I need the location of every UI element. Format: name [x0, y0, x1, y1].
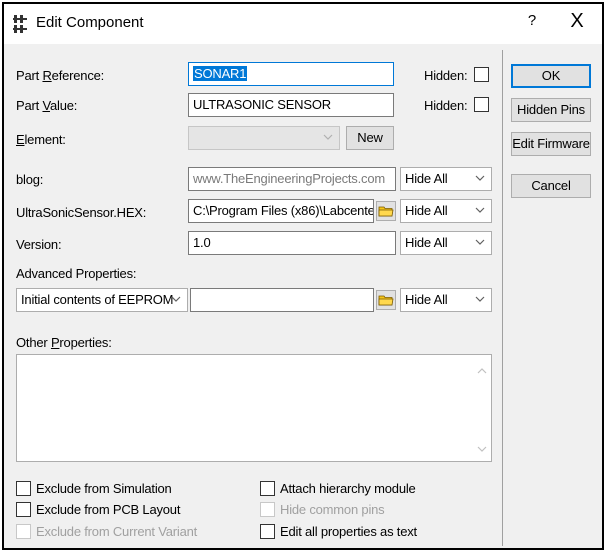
element-label: Element:	[16, 132, 66, 147]
hide-common-pins-checkbox[interactable]	[260, 502, 275, 517]
part-value-hidden-label: Hidden:	[424, 98, 468, 113]
folder-icon	[378, 295, 394, 306]
hex-visibility-dropdown[interactable]: Hide All	[400, 199, 492, 223]
hidden-pins-button[interactable]: Hidden Pins	[511, 98, 591, 122]
advanced-browse-button[interactable]	[376, 290, 396, 310]
part-reference-input[interactable]: SONAR1	[188, 62, 394, 86]
other-properties-scrollbar[interactable]	[473, 355, 491, 461]
part-reference-hidden-checkbox[interactable]	[474, 67, 489, 82]
edit-firmware-button[interactable]: Edit Firmware	[511, 132, 591, 156]
chevron-down-icon	[475, 239, 485, 245]
exclude-simulation-checkbox[interactable]	[16, 481, 31, 496]
hex-file-label: UltraSonicSensor.HEX:	[16, 205, 147, 220]
chevron-down-icon	[475, 296, 485, 302]
title-bar: Edit Component ? X	[4, 4, 602, 44]
version-visibility-dropdown[interactable]: Hide All	[400, 231, 492, 255]
advanced-property-value-input[interactable]	[190, 288, 374, 312]
chevron-down-icon	[475, 207, 485, 213]
new-element-button[interactable]: New	[346, 126, 394, 150]
blog-input[interactable]: www.TheEngineeringProjects.com	[188, 167, 396, 191]
other-properties-label: Other Properties:	[16, 335, 112, 350]
blog-label: blog:	[16, 172, 44, 187]
actions-panel: OK Hidden Pins Edit Firmware Cancel	[502, 50, 598, 546]
folder-icon	[378, 206, 394, 217]
exclude-simulation-label: Exclude from Simulation	[36, 481, 172, 496]
hide-common-pins-label: Hide common pins	[280, 502, 385, 517]
edit-all-text-checkbox[interactable]	[260, 524, 275, 539]
dialog-client-area: Part Reference: SONAR1 Hidden: Part Valu…	[4, 44, 602, 550]
part-value-hidden-checkbox[interactable]	[474, 97, 489, 112]
part-value-label: Part Value:	[16, 98, 78, 113]
exclude-pcb-label: Exclude from PCB Layout	[36, 502, 181, 517]
version-input[interactable]: 1.0	[188, 231, 396, 255]
chevron-down-icon	[475, 175, 485, 181]
properties-panel: Part Reference: SONAR1 Hidden: Part Valu…	[12, 50, 502, 546]
other-properties-textarea[interactable]	[16, 354, 492, 462]
help-button[interactable]: ?	[522, 12, 542, 34]
chevron-down-icon	[171, 296, 181, 302]
component-app-icon	[13, 15, 27, 33]
edit-all-text-label: Edit all properties as text	[280, 524, 417, 539]
advanced-property-dropdown[interactable]: Initial contents of EEPROM	[16, 288, 188, 312]
part-value-input[interactable]: ULTRASONIC SENSOR	[188, 93, 394, 117]
part-reference-hidden-label: Hidden:	[424, 68, 468, 83]
exclude-variant-label: Exclude from Current Variant	[36, 524, 198, 539]
ok-button[interactable]: OK	[511, 64, 591, 88]
attach-hierarchy-label: Attach hierarchy module	[280, 481, 416, 496]
window-title: Edit Component	[36, 14, 144, 31]
advanced-visibility-dropdown[interactable]: Hide All	[400, 288, 492, 312]
chevron-up-icon	[477, 368, 487, 374]
hex-browse-button[interactable]	[376, 201, 396, 221]
chevron-down-icon	[323, 134, 333, 140]
cancel-button[interactable]: Cancel	[511, 174, 591, 198]
advanced-properties-label: Advanced Properties:	[16, 266, 137, 281]
blog-visibility-dropdown[interactable]: Hide All	[400, 167, 492, 191]
hex-file-input[interactable]: C:\Program Files (x86)\Labcenter E	[188, 199, 374, 223]
part-reference-label: Part Reference:	[16, 68, 105, 83]
close-button[interactable]: X	[565, 10, 589, 36]
edit-component-dialog: Edit Component ? X Part Reference: SONAR…	[2, 2, 604, 550]
version-label: Version:	[16, 237, 62, 252]
element-dropdown[interactable]	[188, 126, 340, 150]
exclude-pcb-checkbox[interactable]	[16, 502, 31, 517]
exclude-variant-checkbox[interactable]	[16, 524, 31, 539]
chevron-down-icon	[477, 446, 487, 452]
attach-hierarchy-checkbox[interactable]	[260, 481, 275, 496]
